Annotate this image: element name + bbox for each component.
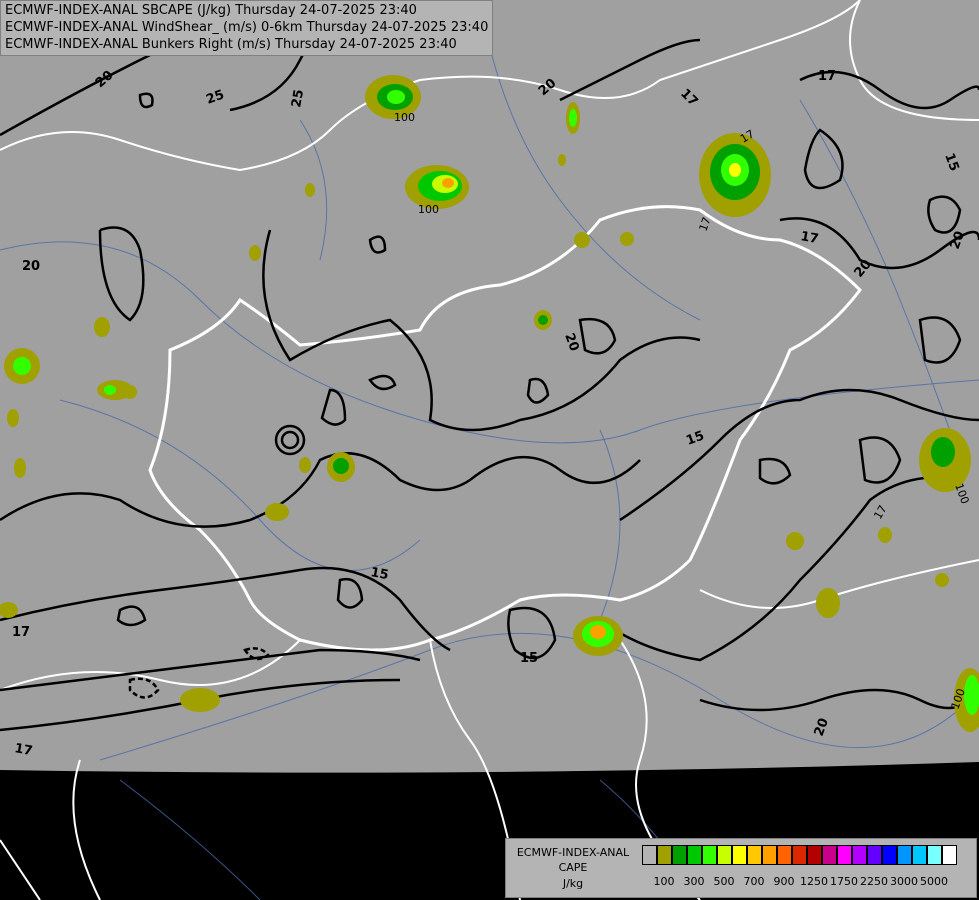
legend-tick-label: 1750 — [830, 875, 858, 888]
map-title-box: ECMWF-INDEX-ANAL SBCAPE (J/kg) Thursday … — [0, 0, 494, 56]
weather-map: 20 25 25 20 17 17 15 20 17 20 20 15 15 1… — [0, 0, 979, 900]
legend-swatch — [732, 845, 747, 865]
legend-swatch — [897, 845, 912, 865]
legend-swatch — [807, 845, 822, 865]
legend-swatch — [657, 845, 672, 865]
legend-swatch — [912, 845, 927, 865]
legend-swatch — [687, 845, 702, 865]
legend-swatch — [822, 845, 837, 865]
legend-swatch — [777, 845, 792, 865]
cape-legend: ECMWF-INDEX-ANAL CAPE J/kg 100 300 500 700 9… — [505, 838, 977, 898]
contour-label: 17 — [12, 625, 30, 640]
contour-label: 15 — [369, 565, 389, 583]
legend-tick-label: 700 — [743, 875, 765, 888]
data-domain — [0, 0, 979, 773]
contour-label: 25 — [289, 88, 307, 108]
legend-swatch — [867, 845, 882, 865]
contour-label: 100 — [394, 111, 415, 124]
contour-label: 20 — [22, 259, 40, 274]
legend-swatch — [747, 845, 762, 865]
contour-label: 100 — [418, 203, 439, 216]
legend-swatches — [642, 845, 957, 865]
legend-swatch — [702, 845, 717, 865]
legend-swatch — [762, 845, 777, 865]
legend-tick-label: 900 — [773, 875, 795, 888]
legend-swatch — [852, 845, 867, 865]
legend-tick-label: 300 — [683, 875, 705, 888]
legend-swatch — [642, 845, 657, 865]
legend-swatch — [927, 845, 942, 865]
contour-label: 15 — [520, 651, 538, 666]
legend-variable: CAPE — [558, 861, 588, 874]
title-line-sbcape: ECMWF-INDEX-ANAL SBCAPE (J/kg) Thursday … — [5, 3, 417, 18]
legend-units: J/kg — [562, 877, 584, 890]
legend-swatch — [792, 845, 807, 865]
legend-tick-label: 1250 — [800, 875, 828, 888]
legend-tick-label: 100 — [653, 875, 675, 888]
legend-swatch — [942, 845, 957, 865]
legend-swatch — [672, 845, 687, 865]
contour-label: 17 — [818, 69, 836, 84]
legend-swatch — [882, 845, 897, 865]
legend-ticks: 100 300 500 700 900 1250 1750 2250 3000 5000 — [642, 875, 972, 889]
legend-tick-label: 2250 — [860, 875, 888, 888]
legend-tick-label: 5000 — [920, 875, 948, 888]
contour-label: 17 — [799, 229, 819, 247]
legend-swatch — [837, 845, 852, 865]
legend-title: ECMWF-INDEX-ANAL — [516, 846, 630, 859]
legend-tick-label: 500 — [713, 875, 735, 888]
contour-label: 17 — [13, 741, 33, 759]
title-line-windshear: ECMWF-INDEX-ANAL WindShear_ (m/s) 0-6km … — [5, 20, 489, 35]
legend-tick-label: 3000 — [890, 875, 918, 888]
legend-swatch — [717, 845, 732, 865]
title-line-bunkers: ECMWF-INDEX-ANAL Bunkers Right (m/s) Thu… — [5, 37, 457, 52]
